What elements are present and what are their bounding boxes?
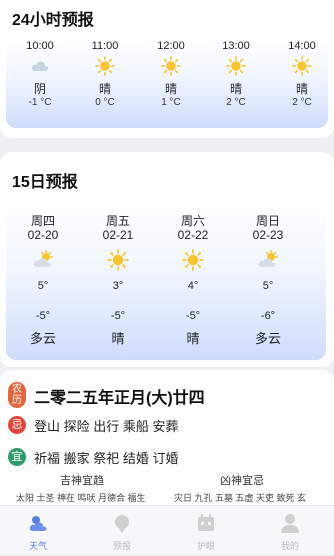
hourly-forecast-card: 24小时预报 10:00 阴 -1 °C 11:00 晴 0 °C 12:00 …	[0, 0, 334, 138]
daily-forecast-card: 15日预报 周四 02-20 5° -5° 多云 周五 02-21 3° -5°…	[0, 152, 334, 367]
nav-label: 我的	[280, 541, 299, 551]
daily-forecast-title: 15日预报	[12, 174, 78, 191]
profile-icon	[281, 514, 299, 533]
day-high: 5°	[37, 280, 49, 292]
day-condition: 晴	[111, 331, 125, 346]
suitable-activities: 祈福 搬家 祭祀 结婚 订婚	[34, 451, 179, 466]
hour-time: 11:00	[91, 40, 119, 52]
hour-condition: 阴	[33, 82, 46, 96]
eye-care-icon	[198, 514, 214, 531]
hour-temp: 1 °C	[161, 97, 181, 108]
hour-time: 10:00	[26, 40, 54, 52]
forecast-icon	[115, 515, 129, 533]
hour-temp: 2 °C	[292, 97, 312, 108]
hour-condition: 晴	[229, 82, 242, 96]
day-low: -6°	[260, 310, 276, 322]
avoid-badge: 忌	[8, 416, 26, 434]
avoid-activities: 登山 探险 出行 乘船 安葬	[34, 419, 179, 434]
day-date: 02-22	[177, 228, 209, 242]
nav-tab-profile[interactable]: 我的	[260, 506, 320, 556]
lunar-badge: 农历	[8, 382, 26, 408]
hour-condition: 晴	[295, 82, 308, 96]
day-high: 5°	[262, 280, 274, 292]
partly-cloudy-icon	[33, 249, 54, 267]
bad-gods-list: 灾日 九孔 五墓 五虚 天吏 致死 玄	[174, 493, 307, 503]
hour-time: 14:00	[288, 40, 316, 52]
day-high: 4°	[187, 280, 199, 292]
sun-icon	[226, 56, 246, 76]
day-high: 3°	[112, 280, 124, 292]
sun-icon	[107, 249, 129, 271]
sun-icon	[95, 56, 115, 76]
partly-cloudy-icon	[258, 249, 279, 267]
day-date: 02-20	[27, 228, 59, 242]
good-gods-title: 吉神宜趋	[60, 475, 104, 487]
hourly-forecast-panel[interactable]: 10:00 阴 -1 °C 11:00 晴 0 °C 12:00 晴 1 °C …	[6, 38, 328, 128]
nav-label: 预报	[112, 541, 131, 551]
hour-time: 13:00	[222, 40, 250, 52]
hour-condition: 晴	[164, 82, 177, 96]
hour-condition: 晴	[98, 82, 111, 96]
day-weekday: 周六	[180, 214, 205, 228]
nav-label: 护眼	[196, 541, 215, 551]
daily-forecast-panel[interactable]: 周四 02-20 5° -5° 多云 周五 02-21 3° -5° 晴 周六 …	[6, 202, 326, 360]
day-date: 02-23	[252, 228, 284, 242]
lunar-calendar-card[interactable]: 农历 二零二五年正月(大)廿四 忌 登山 探险 出行 乘船 安葬 宜 祈福 搬家…	[0, 370, 334, 520]
hour-temp: 2 °C	[226, 97, 246, 108]
bad-gods-title: 凶神宜忌	[220, 475, 264, 487]
cloud-icon	[31, 61, 49, 71]
hour-time: 12:00	[157, 40, 185, 52]
bottom-navigation: 天气 预报 护眼 我的	[0, 505, 334, 555]
sun-icon	[161, 56, 181, 76]
suitable-badge: 宜	[8, 448, 26, 466]
sun-icon	[182, 249, 204, 271]
nav-tab-forecast[interactable]: 预报	[92, 506, 152, 556]
day-date: 02-21	[102, 228, 134, 242]
day-low: -5°	[110, 310, 126, 322]
weather-icon	[29, 516, 47, 531]
nav-label: 天气	[28, 541, 47, 551]
nav-tab-weather[interactable]: 天气	[8, 506, 68, 556]
hourly-forecast-title: 24小时预报	[12, 12, 94, 29]
day-weekday: 周五	[105, 214, 130, 228]
day-weekday: 周四	[30, 214, 55, 228]
day-condition: 多云	[254, 331, 281, 346]
day-low: -5°	[35, 310, 51, 322]
day-weekday: 周日	[255, 214, 280, 228]
day-condition: 多云	[29, 331, 56, 346]
hour-temp: 0 °C	[95, 97, 115, 108]
sun-icon	[292, 56, 312, 76]
nav-tab-eye-care[interactable]: 护眼	[176, 506, 236, 556]
day-condition: 晴	[186, 331, 200, 346]
day-low: -5°	[185, 310, 201, 322]
good-gods-list: 太阳 士圣 神在 鸣吠 月德合 福生	[16, 493, 146, 503]
hour-temp: -1 °C	[28, 97, 52, 108]
lunar-date: 二零二五年正月(大)廿四	[34, 390, 205, 407]
